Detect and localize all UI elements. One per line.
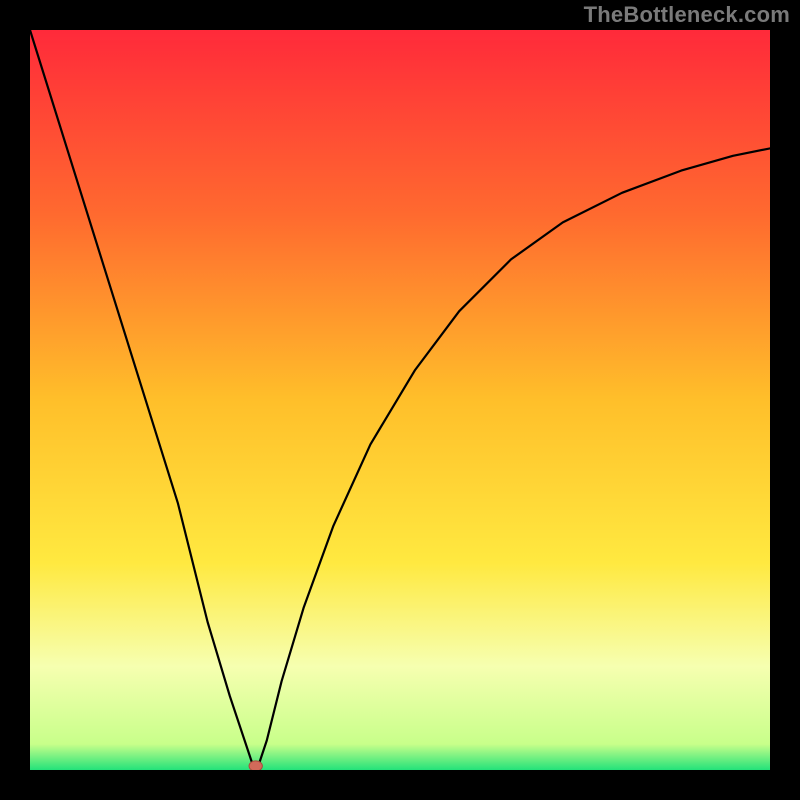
chart-frame: TheBottleneck.com — [0, 0, 800, 800]
watermark-text: TheBottleneck.com — [584, 2, 790, 28]
plot-area — [30, 30, 770, 770]
optimal-point-marker — [249, 761, 262, 770]
chart-svg — [30, 30, 770, 770]
gradient-background — [30, 30, 770, 770]
